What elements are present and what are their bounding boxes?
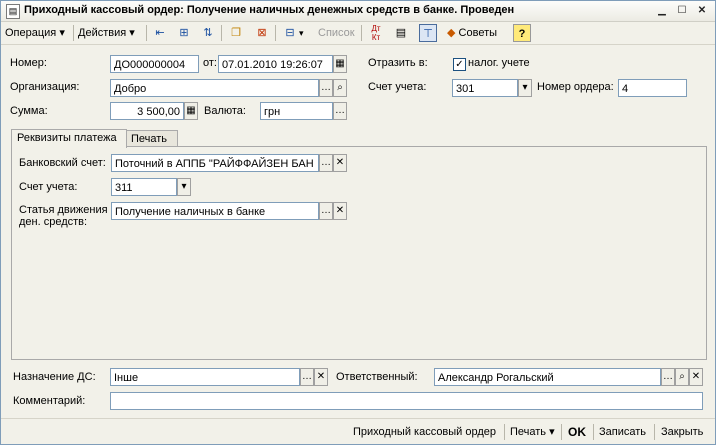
dt-kt-icon[interactable]: Дт Кт [367,24,385,42]
incoming-order-button[interactable]: Приходный кассовый ордер [353,423,496,441]
tab-payment-details[interactable]: Реквизиты платежа [11,129,127,148]
open-search-icon[interactable]: ⌕ [333,79,347,97]
title-bar: ▤ Приходный кассовый ордер: Получение на… [1,1,715,22]
clear-icon[interactable]: ✕ [314,368,328,386]
sum-label: Сумма: [10,105,48,117]
cashflow-label-line1: Статья движения [19,204,108,216]
number-label: Номер: [10,57,47,69]
payment-details-panel: Банковский счет: Поточний в АППБ "РАЙФФА… [11,146,707,360]
tips-icon: ◆ [447,27,456,39]
bank-account-input[interactable]: Поточний в АППБ "РАЙФФАЙЗЕН БАН [111,154,319,172]
toolbar-separator [275,25,276,41]
toolbar-separator [361,25,362,41]
actions-label: Действия [78,27,127,39]
comment-label: Комментарий: [13,395,86,407]
calendar-icon[interactable]: ▦ [333,55,347,73]
toolbar-separator [221,25,222,41]
currency-input[interactable]: грн [260,102,333,120]
operation-label: Операция [5,27,57,39]
cashflow-input[interactable]: Получение наличных в банке [111,202,319,220]
calculator-icon[interactable]: ▦ [184,102,198,120]
print-menu[interactable]: Печать ▾ [510,423,555,441]
minimize-icon[interactable]: ▁ [655,4,669,17]
purpose-input[interactable]: Інше [110,368,300,386]
clear-icon[interactable]: ✕ [333,202,347,220]
help-button[interactable]: ? [513,24,531,42]
toolbar-separator [73,25,74,41]
list-button[interactable]: Список [318,24,355,42]
date-from-label: от: [203,57,217,69]
close-icon[interactable]: ✕ [695,4,709,17]
close-button[interactable]: Закрыть [661,423,703,441]
window-title: Приходный кассовый ордер: Получение нали… [24,4,515,16]
reflect-in-label: Отразить в: [368,57,428,69]
chevron-down-icon: ▾ [129,27,135,39]
toolbar-separator [504,424,505,440]
account-select[interactable]: 301 [452,79,518,97]
tips-button[interactable]: ◆ Советы [447,24,497,42]
delete-document-icon[interactable]: ⊠ [253,24,271,42]
number-input[interactable]: ДО000000004 [110,55,199,73]
cashflow-label-line2: ден. средств: [19,216,88,228]
structure-icon[interactable]: ⊞ [175,24,193,42]
purpose-label: Назначение ДС: [13,371,96,383]
select-ellipsis-icon[interactable]: … [661,368,675,386]
bank-account-label: Банковский счет: [19,157,106,169]
chevron-down-icon: ▾ [549,426,555,438]
document-icon: ▤ [6,4,20,19]
operation-menu[interactable]: Операция ▾ [5,24,65,42]
organization-label: Организация: [10,81,80,93]
tips-label: Советы [458,27,498,39]
clear-icon[interactable]: ✕ [689,368,703,386]
clear-icon[interactable]: ✕ [333,154,347,172]
toolbar-separator [561,424,562,440]
sum-input[interactable]: 3 500,00 [110,102,184,120]
copy-document-icon[interactable]: ❐ [227,24,245,42]
actions-menu[interactable]: Действия ▾ [78,24,135,42]
command-bar: Приходный кассовый ордер Печать ▾ OK Зап… [1,418,715,445]
select-ellipsis-icon[interactable]: … [319,79,333,97]
tax-accounting-label: налог. учете [468,57,530,69]
chevron-down-icon[interactable]: ▾ [177,178,191,196]
toolbar-separator [146,25,147,41]
comment-input[interactable] [110,392,703,410]
toolbar-separator [654,424,655,440]
account-label: Счет учета: [368,81,427,93]
tree-view-icon[interactable]: ⊤ [419,24,437,42]
report-icon[interactable]: ▤ [392,24,410,42]
select-ellipsis-icon[interactable]: … [300,368,314,386]
order-number-label: Номер ордера: [537,81,614,93]
maximize-icon[interactable]: ☐ [675,4,689,17]
responsible-input[interactable]: Александр Рогальский [434,368,661,386]
select-ellipsis-icon[interactable]: … [319,202,333,220]
select-ellipsis-icon[interactable]: … [319,154,333,172]
enter-on-basis-icon[interactable]: ⇤ [151,24,169,42]
document-window: ▤ Приходный кассовый ордер: Получение на… [0,0,716,445]
payment-account-select[interactable]: 311 [111,178,177,196]
recalculate-icon[interactable]: ⇅ [199,24,217,42]
date-input[interactable]: 07.01.2010 19:26:07 [218,55,333,73]
chevron-down-icon[interactable]: ▾ [299,24,304,42]
organization-input[interactable]: Добро [110,79,319,97]
open-search-icon[interactable]: ⌕ [675,368,689,386]
order-number-input[interactable]: 4 [618,79,687,97]
responsible-label: Ответственный: [336,371,418,383]
register-movements-icon[interactable]: ⊟ [281,24,299,42]
chevron-down-icon: ▾ [59,27,65,39]
tax-accounting-checkbox[interactable]: ✓ [453,58,466,71]
currency-label: Валюта: [204,105,246,117]
ok-button[interactable]: OK [568,423,586,441]
payment-account-label: Счет учета: [19,181,78,193]
select-ellipsis-icon[interactable]: … [333,102,347,120]
toolbar: Операция ▾ Действия ▾ ⇤ ⊞ ⇅ ❐ ⊠ ⊟ ▾ Спис… [1,22,715,45]
save-button[interactable]: Записать [599,423,646,441]
toolbar-separator [593,424,594,440]
chevron-down-icon[interactable]: ▾ [518,79,532,97]
print-label: Печать [510,426,547,438]
